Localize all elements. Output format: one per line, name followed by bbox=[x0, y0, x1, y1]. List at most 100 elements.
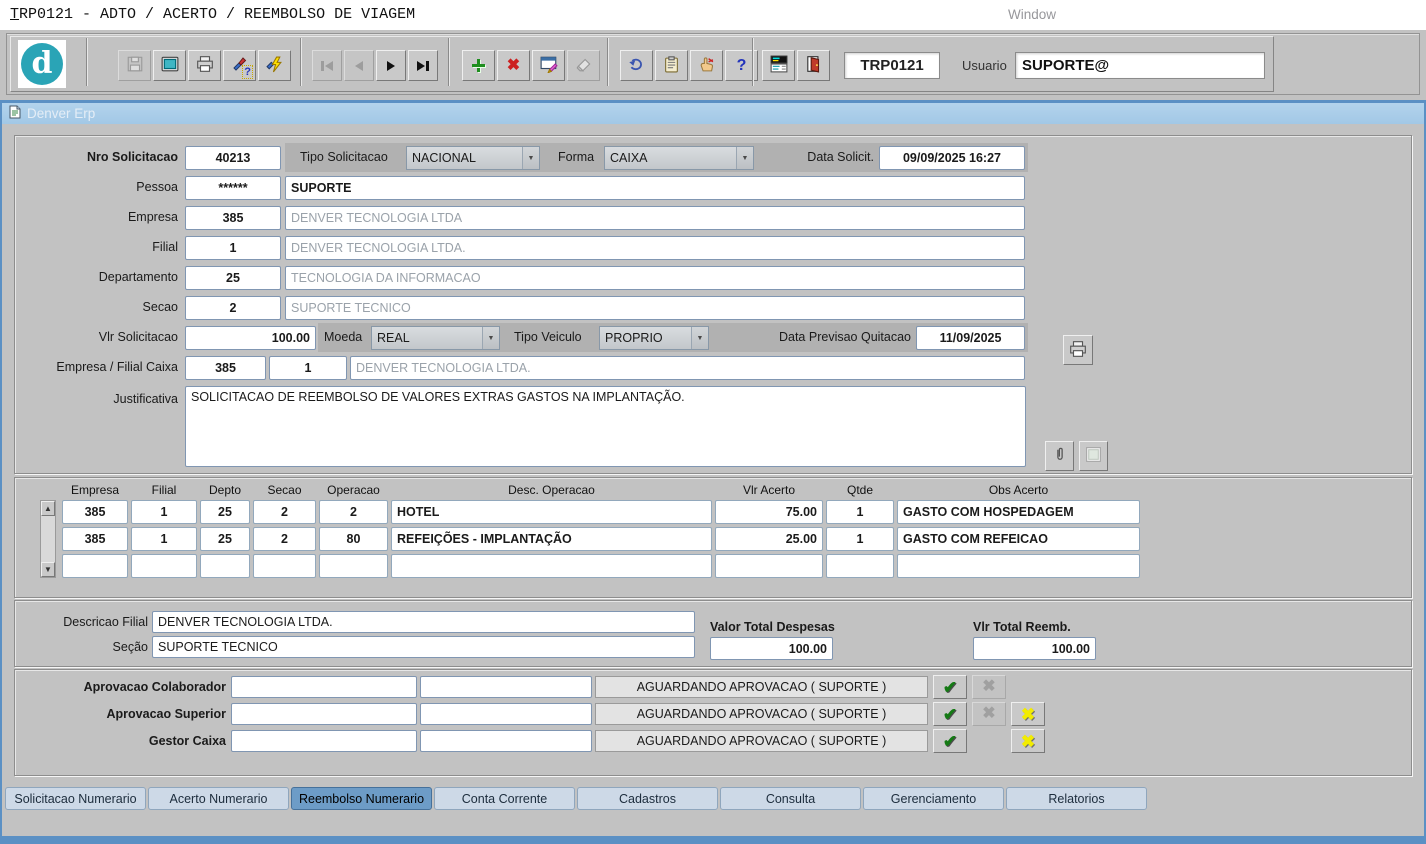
clear-immediate-button[interactable] bbox=[258, 50, 291, 81]
menu-window[interactable]: Window bbox=[1008, 7, 1056, 22]
cell-secao[interactable]: 2 bbox=[253, 500, 316, 524]
menu-button[interactable] bbox=[762, 50, 795, 81]
approve-superior-button[interactable]: ✔ bbox=[933, 702, 967, 726]
exit-button[interactable] bbox=[797, 50, 830, 81]
cell-operacao[interactable]: 80 bbox=[319, 527, 388, 551]
pessoa-desc-input[interactable]: SUPORTE bbox=[285, 176, 1025, 200]
reject-superior-button[interactable]: ✖ bbox=[972, 702, 1006, 726]
empresa-caixa-input[interactable]: 385 bbox=[185, 356, 266, 380]
previous-record-button[interactable] bbox=[344, 50, 374, 81]
clipboard-button[interactable] bbox=[655, 50, 688, 81]
tab-reembolso-numerario[interactable]: Reembolso Numerario bbox=[291, 787, 432, 810]
tab-gerenciamento[interactable]: Gerenciamento bbox=[863, 787, 1004, 810]
delete-record-button[interactable]: ✖ bbox=[497, 50, 530, 81]
cell-vlr-acerto[interactable] bbox=[715, 554, 823, 578]
cell-operacao[interactable]: 2 bbox=[319, 500, 388, 524]
print-button[interactable] bbox=[188, 50, 221, 81]
cell-secao[interactable]: 2 bbox=[253, 527, 316, 551]
aprovacao-superior-user-input[interactable] bbox=[420, 703, 592, 725]
approve-colaborador-button[interactable]: ✔ bbox=[933, 675, 967, 699]
cell-depto[interactable]: 25 bbox=[200, 527, 250, 551]
undo-button[interactable] bbox=[620, 50, 653, 81]
cell-empresa[interactable]: 385 bbox=[62, 527, 128, 551]
cell-filial[interactable] bbox=[131, 554, 197, 578]
usuario-label: Usuario bbox=[962, 58, 1007, 73]
moeda-select[interactable]: REAL ▼ bbox=[371, 326, 500, 350]
tab-conta-corrente[interactable]: Conta Corrente bbox=[434, 787, 575, 810]
tab-cadastros[interactable]: Cadastros bbox=[577, 787, 718, 810]
screen-button[interactable] bbox=[153, 50, 186, 81]
next-record-button[interactable] bbox=[376, 50, 406, 81]
cell-desc-operacao[interactable]: HOTEL bbox=[391, 500, 712, 524]
filial-code-input[interactable]: 1 bbox=[185, 236, 281, 260]
cell-qtde[interactable] bbox=[826, 554, 894, 578]
aprovacao-superior-date-input[interactable] bbox=[231, 703, 417, 725]
descricao-filial-input[interactable]: DENVER TECNOLOGIA LTDA. bbox=[152, 611, 695, 633]
cell-qtde[interactable]: 1 bbox=[826, 500, 894, 524]
cell-secao[interactable] bbox=[253, 554, 316, 578]
cell-obs-acerto[interactable]: GASTO COM HOSPEDAGEM bbox=[897, 500, 1140, 524]
secao-code-input[interactable]: 2 bbox=[185, 296, 281, 320]
clear-prompt-button[interactable]: ? bbox=[223, 50, 256, 81]
cell-operacao[interactable] bbox=[319, 554, 388, 578]
erase-button[interactable] bbox=[567, 50, 600, 81]
chevron-down-icon[interactable]: ▼ bbox=[482, 327, 499, 349]
reject-colaborador-button[interactable]: ✖ bbox=[972, 675, 1006, 699]
cell-vlr-acerto[interactable]: 25.00 bbox=[715, 527, 823, 551]
cell-filial[interactable]: 1 bbox=[131, 500, 197, 524]
tab-acerto-numerario[interactable]: Acerto Numerario bbox=[148, 787, 289, 810]
departamento-code-input[interactable]: 25 bbox=[185, 266, 281, 290]
chevron-down-icon[interactable]: ▼ bbox=[522, 147, 539, 169]
last-record-button[interactable] bbox=[408, 50, 438, 81]
gestor-caixa-date-input[interactable] bbox=[231, 730, 417, 752]
cell-vlr-acerto[interactable]: 75.00 bbox=[715, 500, 823, 524]
cell-obs-acerto[interactable]: GASTO COM REFEICAO bbox=[897, 527, 1140, 551]
tab-relatorios[interactable]: Relatorios bbox=[1006, 787, 1147, 810]
cancel-superior-button[interactable]: ✖ bbox=[1011, 702, 1045, 726]
cell-depto[interactable] bbox=[200, 554, 250, 578]
justificativa-textarea[interactable]: SOLICITACAO DE REEMBOLSO DE VALORES EXTR… bbox=[185, 386, 1026, 467]
cancel-gestor-button[interactable]: ✖ bbox=[1011, 729, 1045, 753]
chevron-down-icon[interactable]: ▼ bbox=[691, 327, 708, 349]
vlr-solicitacao-label: Vlr Solicitacao bbox=[8, 330, 178, 344]
save-button[interactable] bbox=[118, 50, 151, 81]
query-edit-button[interactable] bbox=[532, 50, 565, 81]
usuario-input[interactable]: SUPORTE@ bbox=[1015, 52, 1265, 79]
secao-total-input[interactable]: SUPORTE TECNICO bbox=[152, 636, 695, 658]
tipo-veiculo-select[interactable]: PROPRIO ▼ bbox=[599, 326, 709, 350]
attach-image-button[interactable] bbox=[1079, 441, 1108, 471]
eraser-icon bbox=[575, 55, 593, 76]
attach-file-button[interactable] bbox=[1045, 441, 1074, 471]
empresa-code-input[interactable]: 385 bbox=[185, 206, 281, 230]
tipo-solicitacao-select[interactable]: NACIONAL ▼ bbox=[406, 146, 540, 170]
mdi-titlebar[interactable]: Denver Erp bbox=[2, 103, 1424, 124]
tab-consulta[interactable]: Consulta bbox=[720, 787, 861, 810]
approve-gestor-button[interactable]: ✔ bbox=[933, 729, 967, 753]
data-previsao-quitacao-input[interactable]: 11/09/2025 bbox=[916, 326, 1025, 350]
aprovacao-colaborador-user-input[interactable] bbox=[420, 676, 592, 698]
insert-record-button[interactable] bbox=[462, 50, 495, 81]
table-row: 385 1 25 2 80 REFEIÇÕES - IMPLANTAÇÃO 25… bbox=[0, 527, 1426, 551]
gestor-caixa-user-input[interactable] bbox=[420, 730, 592, 752]
cell-desc-operacao[interactable]: REFEIÇÕES - IMPLANTAÇÃO bbox=[391, 527, 712, 551]
data-solicit-input[interactable]: 09/09/2025 16:27 bbox=[879, 146, 1025, 170]
cell-empresa[interactable] bbox=[62, 554, 128, 578]
cell-qtde[interactable]: 1 bbox=[826, 527, 894, 551]
pessoa-code-input[interactable]: ****** bbox=[185, 176, 281, 200]
valor-total-despesas-input: 100.00 bbox=[710, 637, 833, 660]
nro-solicitacao-input[interactable]: 40213 bbox=[185, 146, 281, 170]
chevron-down-icon[interactable]: ▼ bbox=[736, 147, 753, 169]
vlr-solicitacao-input[interactable]: 100.00 bbox=[185, 326, 316, 350]
forma-select[interactable]: CAIXA ▼ bbox=[604, 146, 754, 170]
first-record-button[interactable] bbox=[312, 50, 342, 81]
tab-solicitacao-numerario[interactable]: Solicitacao Numerario bbox=[5, 787, 146, 810]
cell-empresa[interactable]: 385 bbox=[62, 500, 128, 524]
cell-desc-operacao[interactable] bbox=[391, 554, 712, 578]
filial-caixa-input[interactable]: 1 bbox=[269, 356, 347, 380]
cell-obs-acerto[interactable] bbox=[897, 554, 1140, 578]
cell-depto[interactable]: 25 bbox=[200, 500, 250, 524]
cell-filial[interactable]: 1 bbox=[131, 527, 197, 551]
print-request-button[interactable] bbox=[1063, 335, 1093, 365]
aprovacao-colaborador-date-input[interactable] bbox=[231, 676, 417, 698]
hand-edit-button[interactable] bbox=[690, 50, 723, 81]
